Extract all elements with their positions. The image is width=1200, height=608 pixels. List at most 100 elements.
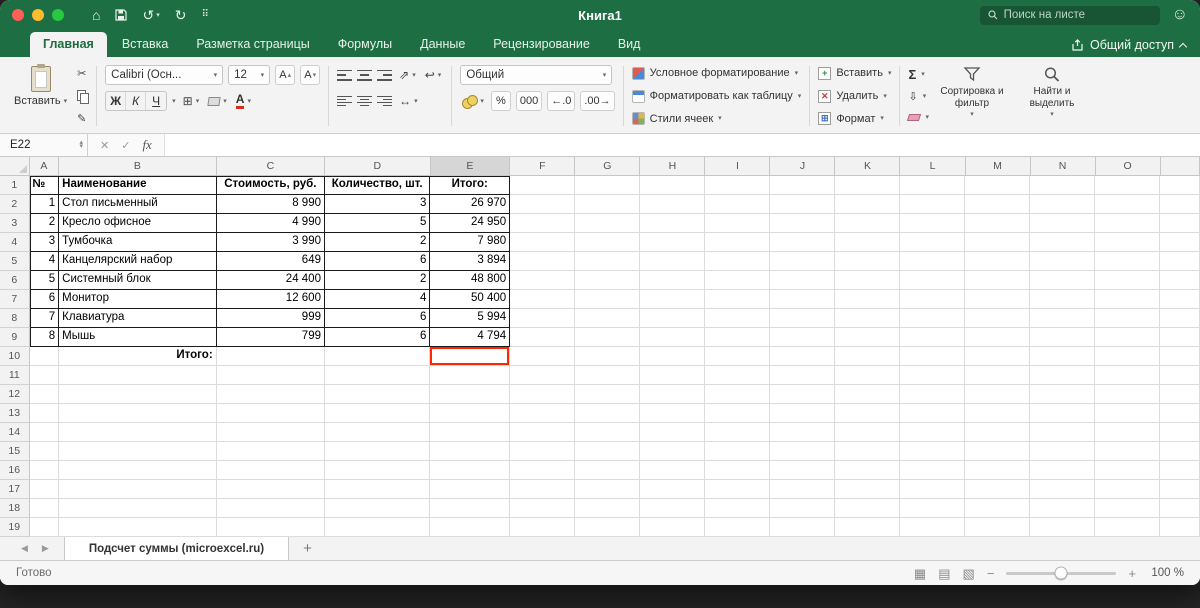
percent-format-button[interactable]: %: [490, 91, 511, 111]
cell-E6[interactable]: 48 800: [430, 271, 511, 290]
row-header-8[interactable]: 8: [0, 309, 30, 328]
conditional-formatting-button[interactable]: Условное форматирование ▾: [631, 65, 802, 82]
column-header-G[interactable]: G: [575, 157, 641, 175]
zoom-out-icon[interactable]: −: [987, 566, 995, 581]
cell-M6[interactable]: [965, 271, 1031, 290]
cell-F5[interactable]: [510, 252, 576, 271]
cell-A1[interactable]: №: [29, 176, 60, 195]
column-header-K[interactable]: K: [835, 157, 901, 175]
cell-A19[interactable]: [29, 518, 60, 537]
cell-M14[interactable]: [965, 423, 1031, 442]
cell-N7[interactable]: [1030, 290, 1096, 309]
cell-D2[interactable]: 3: [324, 195, 431, 214]
cell-O1[interactable]: [1095, 176, 1161, 195]
cell-A15[interactable]: [29, 442, 60, 461]
cell-C7[interactable]: 12 600: [216, 290, 325, 309]
column-header-I[interactable]: I: [705, 157, 771, 175]
cell-O9[interactable]: [1095, 328, 1161, 347]
cell-E1[interactable]: Итого:: [430, 176, 511, 195]
row-header-1[interactable]: 1: [0, 176, 30, 195]
cut-icon[interactable]: ✂: [77, 66, 88, 81]
cell-J4[interactable]: [770, 233, 836, 252]
cell-I17[interactable]: [705, 480, 771, 499]
cell-M13[interactable]: [965, 404, 1031, 423]
name-box-stepper[interactable]: ▴ ▾: [79, 139, 83, 150]
column-header-J[interactable]: J: [770, 157, 836, 175]
cell-K8[interactable]: [835, 309, 901, 328]
zoom-slider[interactable]: [1006, 566, 1117, 580]
cell-H19[interactable]: [640, 518, 706, 537]
cell-M8[interactable]: [965, 309, 1031, 328]
cell-E3[interactable]: 24 950: [430, 214, 511, 233]
cell-D12[interactable]: [324, 385, 431, 404]
cell-L3[interactable]: [900, 214, 966, 233]
cell-C9[interactable]: 799: [216, 328, 325, 347]
cell-I1[interactable]: [705, 176, 771, 195]
row-header-17[interactable]: 17: [0, 480, 30, 499]
cell-G12[interactable]: [575, 385, 641, 404]
cell-A3[interactable]: 2: [29, 214, 60, 233]
toolbar-options-icon[interactable]: ⠿: [201, 10, 208, 20]
cell-K10[interactable]: [835, 347, 901, 366]
column-header-A[interactable]: A: [30, 157, 60, 175]
cell-E19[interactable]: [430, 518, 511, 537]
decrease-decimal-button[interactable]: .00→: [580, 91, 615, 111]
cell-C2[interactable]: 8 990: [216, 195, 325, 214]
cell-H6[interactable]: [640, 271, 706, 290]
row-header-10[interactable]: 10: [0, 347, 30, 366]
cell-E5[interactable]: 3 894: [430, 252, 511, 271]
cell-H16[interactable]: [640, 461, 706, 480]
cell-N16[interactable]: [1030, 461, 1096, 480]
cell-C13[interactable]: [216, 404, 325, 423]
fill-button[interactable]: ⇩ ▾: [908, 87, 929, 106]
row-header-5[interactable]: 5: [0, 252, 30, 271]
align-middle-icon[interactable]: [357, 69, 373, 81]
bold-button[interactable]: Ж: [106, 92, 127, 110]
cell-G19[interactable]: [575, 518, 641, 537]
cell-N19[interactable]: [1030, 518, 1096, 537]
cell-K15[interactable]: [835, 442, 901, 461]
cell-K18[interactable]: [835, 499, 901, 518]
cell-F17[interactable]: [510, 480, 576, 499]
cell-A13[interactable]: [29, 404, 60, 423]
cell-D7[interactable]: 4: [324, 290, 431, 309]
cell-M15[interactable]: [965, 442, 1031, 461]
cell-F3[interactable]: [510, 214, 576, 233]
page-break-view-icon[interactable]: ▧: [963, 567, 975, 580]
cell-M2[interactable]: [965, 195, 1031, 214]
search-input[interactable]: Поиск на листе: [979, 5, 1160, 25]
row-header-15[interactable]: 15: [0, 442, 30, 461]
cell-C3[interactable]: 4 990: [216, 214, 325, 233]
cell-H14[interactable]: [640, 423, 706, 442]
cell-O10[interactable]: [1095, 347, 1161, 366]
cell-G2[interactable]: [575, 195, 641, 214]
cell-I15[interactable]: [705, 442, 771, 461]
column-header-L[interactable]: L: [900, 157, 966, 175]
cell-L12[interactable]: [900, 385, 966, 404]
cell-N4[interactable]: [1030, 233, 1096, 252]
cell-A7[interactable]: 6: [29, 290, 60, 309]
cell-K14[interactable]: [835, 423, 901, 442]
cell-H4[interactable]: [640, 233, 706, 252]
cell-O18[interactable]: [1095, 499, 1161, 518]
cell-C17[interactable]: [216, 480, 325, 499]
cell-H15[interactable]: [640, 442, 706, 461]
minimize-window-button[interactable]: [32, 9, 44, 21]
ribbon-tab-view[interactable]: Вид: [605, 32, 654, 57]
cell-E7[interactable]: 50 400: [430, 290, 511, 309]
cell-O15[interactable]: [1095, 442, 1161, 461]
share-button[interactable]: Общий доступ: [1071, 38, 1188, 57]
cell-J17[interactable]: [770, 480, 836, 499]
cell-L18[interactable]: [900, 499, 966, 518]
insert-function-icon[interactable]: fx: [142, 137, 151, 153]
cell-G18[interactable]: [575, 499, 641, 518]
cell-M19[interactable]: [965, 518, 1031, 537]
cell-F16[interactable]: [510, 461, 576, 480]
feedback-smiley-icon[interactable]: ☺: [1172, 7, 1188, 23]
cell-F19[interactable]: [510, 518, 576, 537]
add-sheet-button[interactable]: +: [289, 537, 326, 560]
cell-I13[interactable]: [705, 404, 771, 423]
cell-C4[interactable]: 3 990: [216, 233, 325, 252]
cell-K7[interactable]: [835, 290, 901, 309]
underline-caret-icon[interactable]: ▾: [172, 98, 176, 105]
